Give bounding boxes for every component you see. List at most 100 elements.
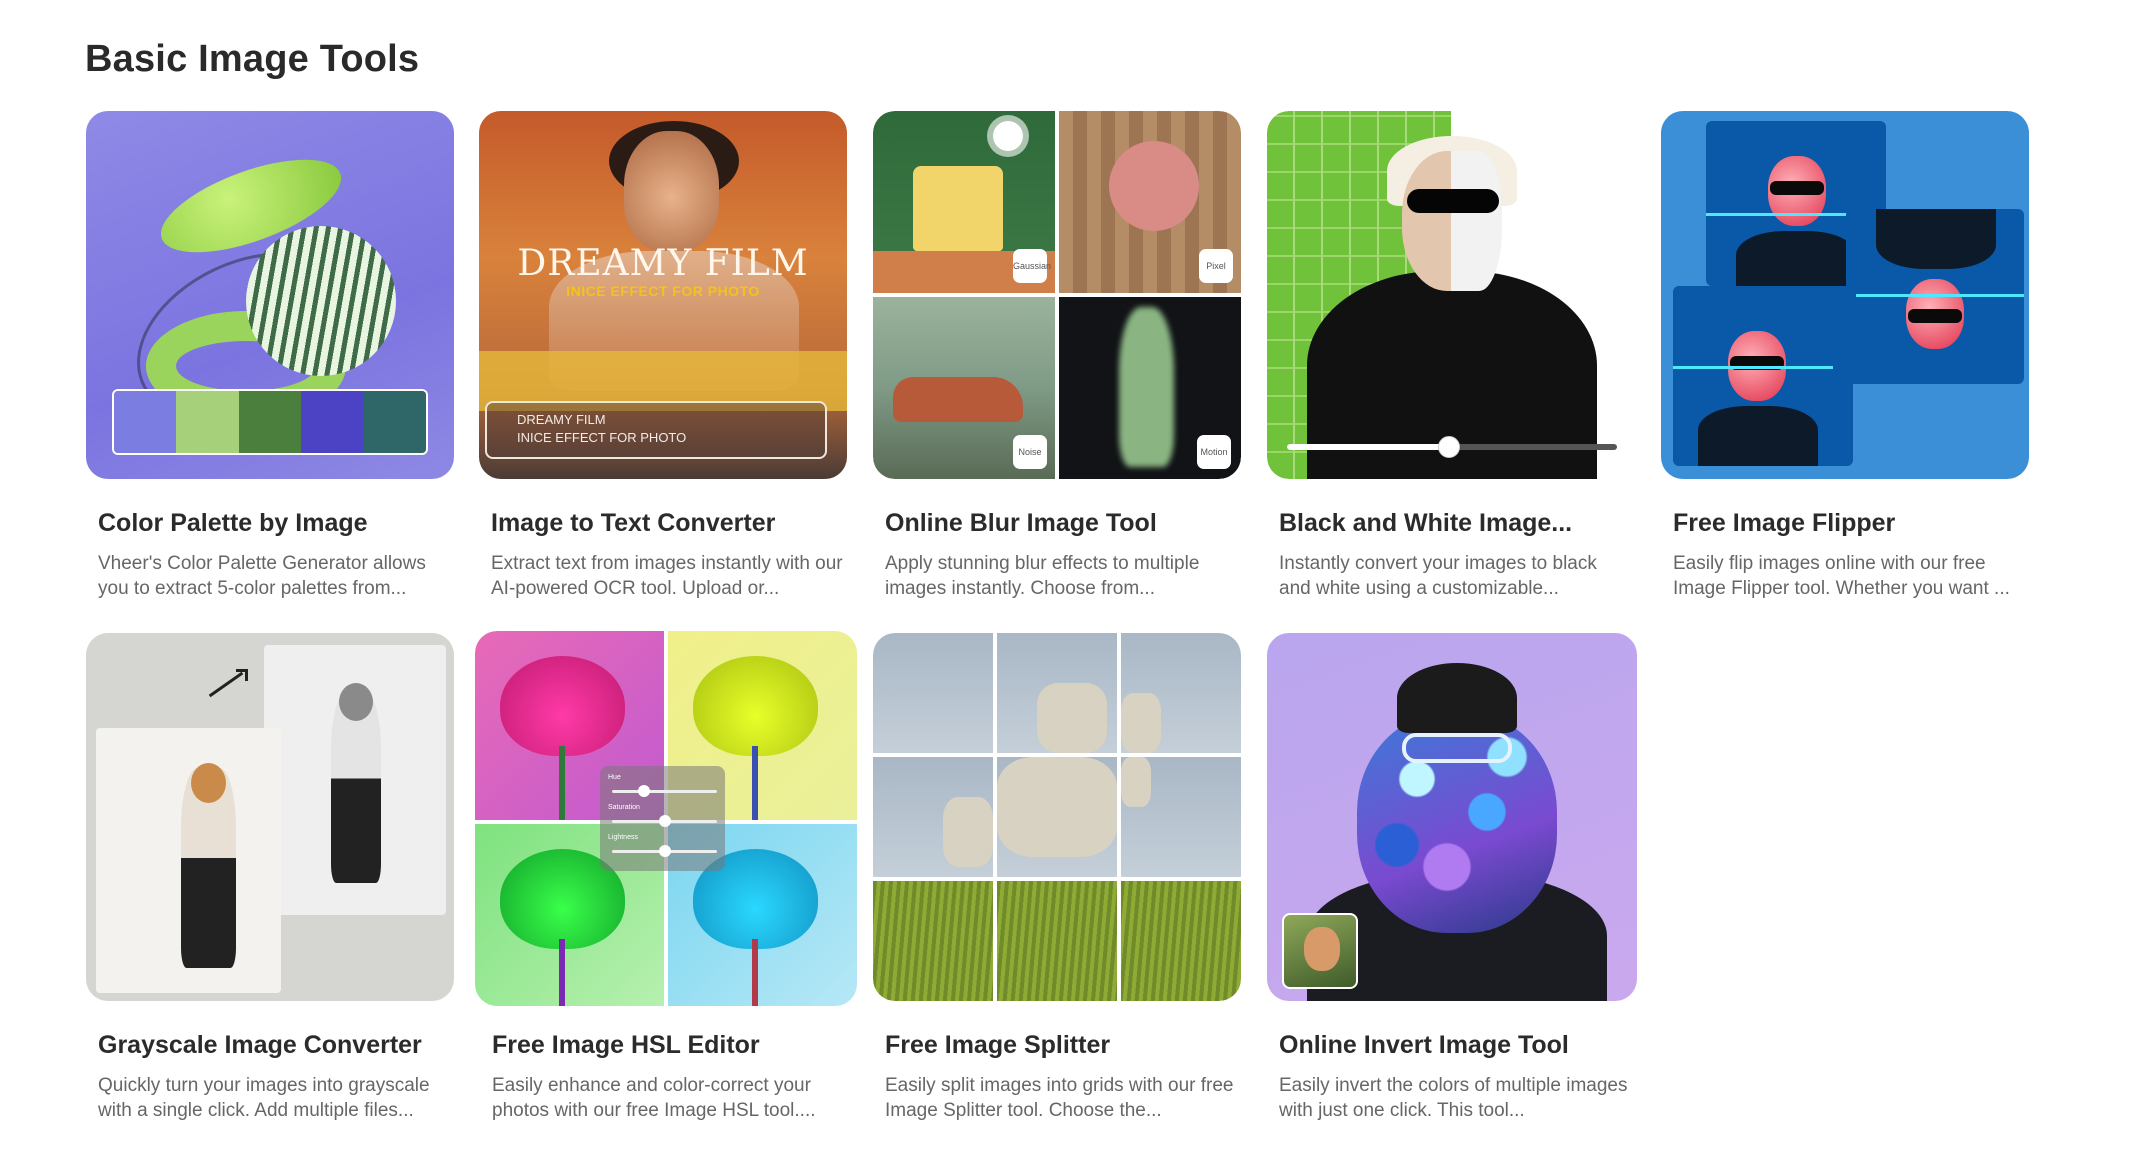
suit [1698, 406, 1818, 466]
ocr-line: DREAMY FILM [517, 412, 606, 427]
grayscale-hair [339, 683, 373, 721]
split-tile [997, 757, 1117, 877]
palette-swatch [363, 391, 426, 453]
sunglasses [1770, 181, 1824, 195]
tool-card-hsl[interactable]: Hue Saturation Lightness Free Image HSL … [475, 631, 857, 1121]
tool-card-image-to-text[interactable]: DREAMY FILM INICE EFFECT FOR PHOTO DREAM… [479, 111, 847, 599]
poppy-stem [752, 746, 758, 820]
hsl-control-panel: Hue Saturation Lightness [600, 766, 725, 871]
blur-sample-bag: Gaussian [873, 111, 1055, 293]
slider-handle[interactable] [637, 785, 650, 797]
split-tile [997, 633, 1117, 753]
color-palette-strip [112, 389, 428, 455]
card-title[interactable]: Free Image Splitter [885, 1031, 1110, 1060]
lightness-label: Lightness [608, 834, 638, 841]
tool-card-blur[interactable]: Gaussian Pixel Noise Motion Online Blur … [873, 111, 1241, 599]
card-thumbnail[interactable]: Gaussian Pixel Noise Motion [873, 111, 1241, 479]
card-thumbnail[interactable] [1267, 111, 1635, 479]
film-subtitle-text: INICE EFFECT FOR PHOTO [566, 283, 760, 299]
card-thumbnail[interactable] [873, 633, 1241, 1001]
split-tile [1121, 757, 1241, 877]
card-title[interactable]: Black and White Image... [1279, 509, 1572, 538]
poppy-petals [500, 656, 625, 756]
section-title: Basic Image Tools [85, 38, 420, 80]
blur-sample-pixel: Pixel [1059, 111, 1241, 293]
ocr-result-box: DREAMY FILM INICE EFFECT FOR PHOTO [485, 401, 827, 459]
sunglasses [1908, 309, 1962, 323]
card-description: Instantly convert your images to black a… [1279, 553, 1597, 599]
astronaut [1121, 693, 1161, 753]
card-thumbnail[interactable] [86, 633, 454, 1001]
vintage-car [893, 377, 1023, 422]
slider-track [612, 790, 717, 793]
laser-line [1673, 366, 1833, 369]
striped-sphere-shape [246, 226, 396, 376]
black-cap [1397, 663, 1517, 733]
lightness-slider[interactable]: Lightness [608, 834, 717, 864]
split-tile [873, 633, 993, 753]
tool-card-invert[interactable]: Online Invert Image Tool Easily invert t… [1267, 633, 1637, 1121]
poppy-stem [559, 939, 565, 1006]
noise-blur-icon: Noise [1013, 435, 1047, 469]
pixel-blur-icon: Pixel [1199, 249, 1233, 283]
card-thumbnail[interactable]: Hue Saturation Lightness [475, 631, 857, 1006]
film-title-text: DREAMY FILM [517, 243, 809, 284]
palette-swatch [301, 391, 364, 453]
card-description: Extract text from images instantly with … [491, 553, 843, 599]
slider-handle[interactable] [658, 845, 671, 857]
split-tile [1121, 633, 1241, 753]
color-hair [191, 763, 226, 803]
hue-slider[interactable]: Hue [608, 774, 717, 804]
split-tile [1121, 881, 1241, 1001]
astronaut [1121, 757, 1151, 807]
card-description: Easily enhance and color-correct your ph… [492, 1075, 816, 1121]
tool-card-color-palette[interactable]: Color Palette by Image Vheer's Color Pal… [86, 111, 454, 599]
gaussian-blur-icon: Gaussian [1013, 249, 1051, 283]
card-title[interactable]: Online Invert Image Tool [1279, 1031, 1569, 1060]
blur-sample-motion: Motion [1059, 297, 1241, 479]
slider-handle[interactable] [658, 815, 671, 827]
split-tile [873, 881, 993, 1001]
card-thumbnail[interactable]: DREAMY FILM INICE EFFECT FOR PHOTO DREAM… [479, 111, 847, 479]
tool-card-splitter[interactable]: Free Image Splitter Easily split images … [873, 633, 1241, 1121]
hue-label: Hue [608, 774, 621, 781]
palette-swatch [238, 391, 302, 453]
flower-vase [1109, 141, 1199, 231]
grayscale-figure [331, 693, 381, 883]
split-tile [997, 881, 1117, 1001]
arrowhead-icon [236, 669, 248, 681]
card-description: Easily split images into grids with our … [885, 1075, 1234, 1121]
tool-card-grayscale[interactable]: Grayscale Image Converter Quickly turn y… [86, 633, 454, 1121]
suit [1876, 209, 1996, 269]
suit [1736, 231, 1856, 286]
tool-card-black-and-white[interactable]: Black and White Image... Instantly conve… [1267, 111, 1635, 599]
palette-swatch [176, 391, 239, 453]
saturation-slider[interactable]: Saturation [608, 804, 717, 834]
card-description: Easily flip images online with our free … [1673, 553, 2010, 599]
flip-panel-vertical [1846, 209, 2024, 384]
card-title[interactable]: Grayscale Image Converter [98, 1031, 422, 1060]
sunglasses [1407, 189, 1499, 213]
card-title[interactable]: Free Image HSL Editor [492, 1031, 760, 1060]
motion-figure [1119, 307, 1174, 467]
motion-blur-icon: Motion [1197, 435, 1231, 469]
flip-panel-horizontal [1673, 286, 1853, 466]
blur-sample-car: Noise [873, 297, 1055, 479]
card-title[interactable]: Color Palette by Image [98, 509, 368, 538]
card-description: Vheer's Color Palette Generator allows y… [98, 553, 426, 599]
split-tile [873, 757, 993, 877]
saturation-label: Saturation [608, 804, 640, 811]
card-title[interactable]: Online Blur Image Tool [885, 509, 1157, 538]
card-thumbnail[interactable] [1661, 111, 2029, 479]
card-title[interactable]: Free Image Flipper [1673, 509, 1895, 538]
card-description: Easily invert the colors of multiple ima… [1279, 1075, 1628, 1121]
tool-card-flipper[interactable]: Free Image Flipper Easily flip images on… [1661, 111, 2029, 599]
card-thumbnail[interactable] [1267, 633, 1637, 1001]
card-title[interactable]: Image to Text Converter [491, 509, 775, 538]
comparison-slider-fill [1287, 444, 1449, 450]
astronaut [1037, 683, 1107, 753]
comparison-slider-handle[interactable] [1437, 436, 1460, 458]
original-image-thumbnail [1282, 913, 1358, 989]
card-thumbnail[interactable] [86, 111, 454, 479]
ocr-line: INICE EFFECT FOR PHOTO [517, 430, 687, 445]
